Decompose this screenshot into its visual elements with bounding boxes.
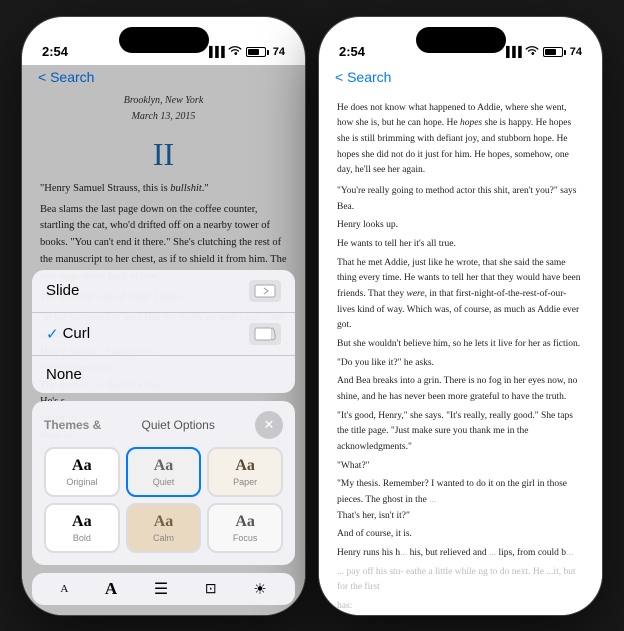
battery-pct-right: 74 [570, 46, 582, 58]
slide-option[interactable]: Slide [32, 270, 295, 313]
back-button-right[interactable]: < Search [335, 69, 391, 85]
none-label: None [46, 366, 82, 383]
status-icons-right: ▐▐▐ 74 [502, 46, 582, 59]
quiet-options-label: Quiet Options [141, 418, 214, 432]
dynamic-island-right [416, 27, 506, 53]
theme-focus-label: Focus [215, 533, 275, 543]
checkmark-icon: ✓ [46, 325, 59, 343]
slide-label: Slide [46, 282, 79, 299]
battery-icon-right [543, 47, 566, 57]
theme-focus-aa: Aa [215, 513, 275, 531]
themes-grid: Aa Original Aa Quiet Aa Paper [44, 447, 283, 553]
dynamic-island [119, 27, 209, 53]
theme-calm-label: Calm [134, 533, 194, 543]
search-bar-right[interactable]: < Search [319, 65, 602, 93]
wifi-icon [228, 46, 242, 59]
theme-bold[interactable]: Aa Bold [44, 503, 120, 553]
theme-quiet[interactable]: Aa Quiet [126, 447, 202, 497]
close-button[interactable]: ✕ [255, 411, 283, 439]
page-turn-menu: Slide ✓ Curl [32, 270, 295, 393]
theme-calm-aa: Aa [134, 513, 194, 531]
themes-panel: Themes & Quiet Options ✕ Aa Original Aa [32, 401, 295, 565]
curl-icon [249, 323, 281, 345]
slide-icon [249, 280, 281, 302]
time-right: 2:54 [339, 44, 365, 59]
theme-bold-aa: Aa [52, 513, 112, 531]
status-icons-left: ▐▐▐ 74 [205, 46, 285, 59]
none-option[interactable]: None [32, 356, 295, 393]
theme-paper-label: Paper [215, 477, 275, 487]
theme-original[interactable]: Aa Original [44, 447, 120, 497]
font-style-button[interactable]: ⊡ [205, 580, 217, 597]
paragraph-button[interactable]: ☰ [154, 579, 168, 599]
theme-original-aa: Aa [52, 457, 112, 475]
theme-calm[interactable]: Aa Calm [126, 503, 202, 553]
themes-title: Themes & [44, 418, 101, 432]
phone2-content: < Search He does not know what happened … [319, 65, 602, 615]
battery-pct-left: 74 [273, 46, 285, 58]
phone-right: 2:54 ▐▐▐ 74 < Search He does not know [318, 16, 603, 616]
time-left: 2:54 [42, 44, 68, 59]
font-small-button[interactable]: A [60, 583, 68, 595]
options-panel: Slide ✓ Curl [22, 270, 305, 615]
brightness-button[interactable]: ☀ [253, 580, 266, 598]
book-content-right: He does not know what happened to Addie,… [319, 93, 602, 615]
wifi-icon-right [525, 46, 539, 59]
theme-original-label: Original [52, 477, 112, 487]
theme-paper-aa: Aa [215, 457, 275, 475]
signal-icon: ▐▐▐ [205, 47, 223, 58]
phone-left: 2:54 ▐▐▐ 74 < Search Brooklyn [21, 16, 306, 616]
font-large-button[interactable]: A [105, 579, 117, 599]
signal-icon-right: ▐▐▐ [502, 47, 520, 58]
theme-focus[interactable]: Aa Focus [207, 503, 283, 553]
theme-quiet-aa: Aa [134, 457, 194, 475]
curl-label: Curl [63, 325, 91, 342]
aa-toolbar: A A ☰ ⊡ ☀ [32, 573, 295, 605]
theme-quiet-label: Quiet [134, 477, 194, 487]
theme-paper[interactable]: Aa Paper [207, 447, 283, 497]
themes-title-row: Themes & Quiet Options ✕ [44, 411, 283, 439]
curl-option[interactable]: ✓ Curl [32, 313, 295, 356]
battery-icon-left [246, 47, 269, 57]
theme-bold-label: Bold [52, 533, 112, 543]
